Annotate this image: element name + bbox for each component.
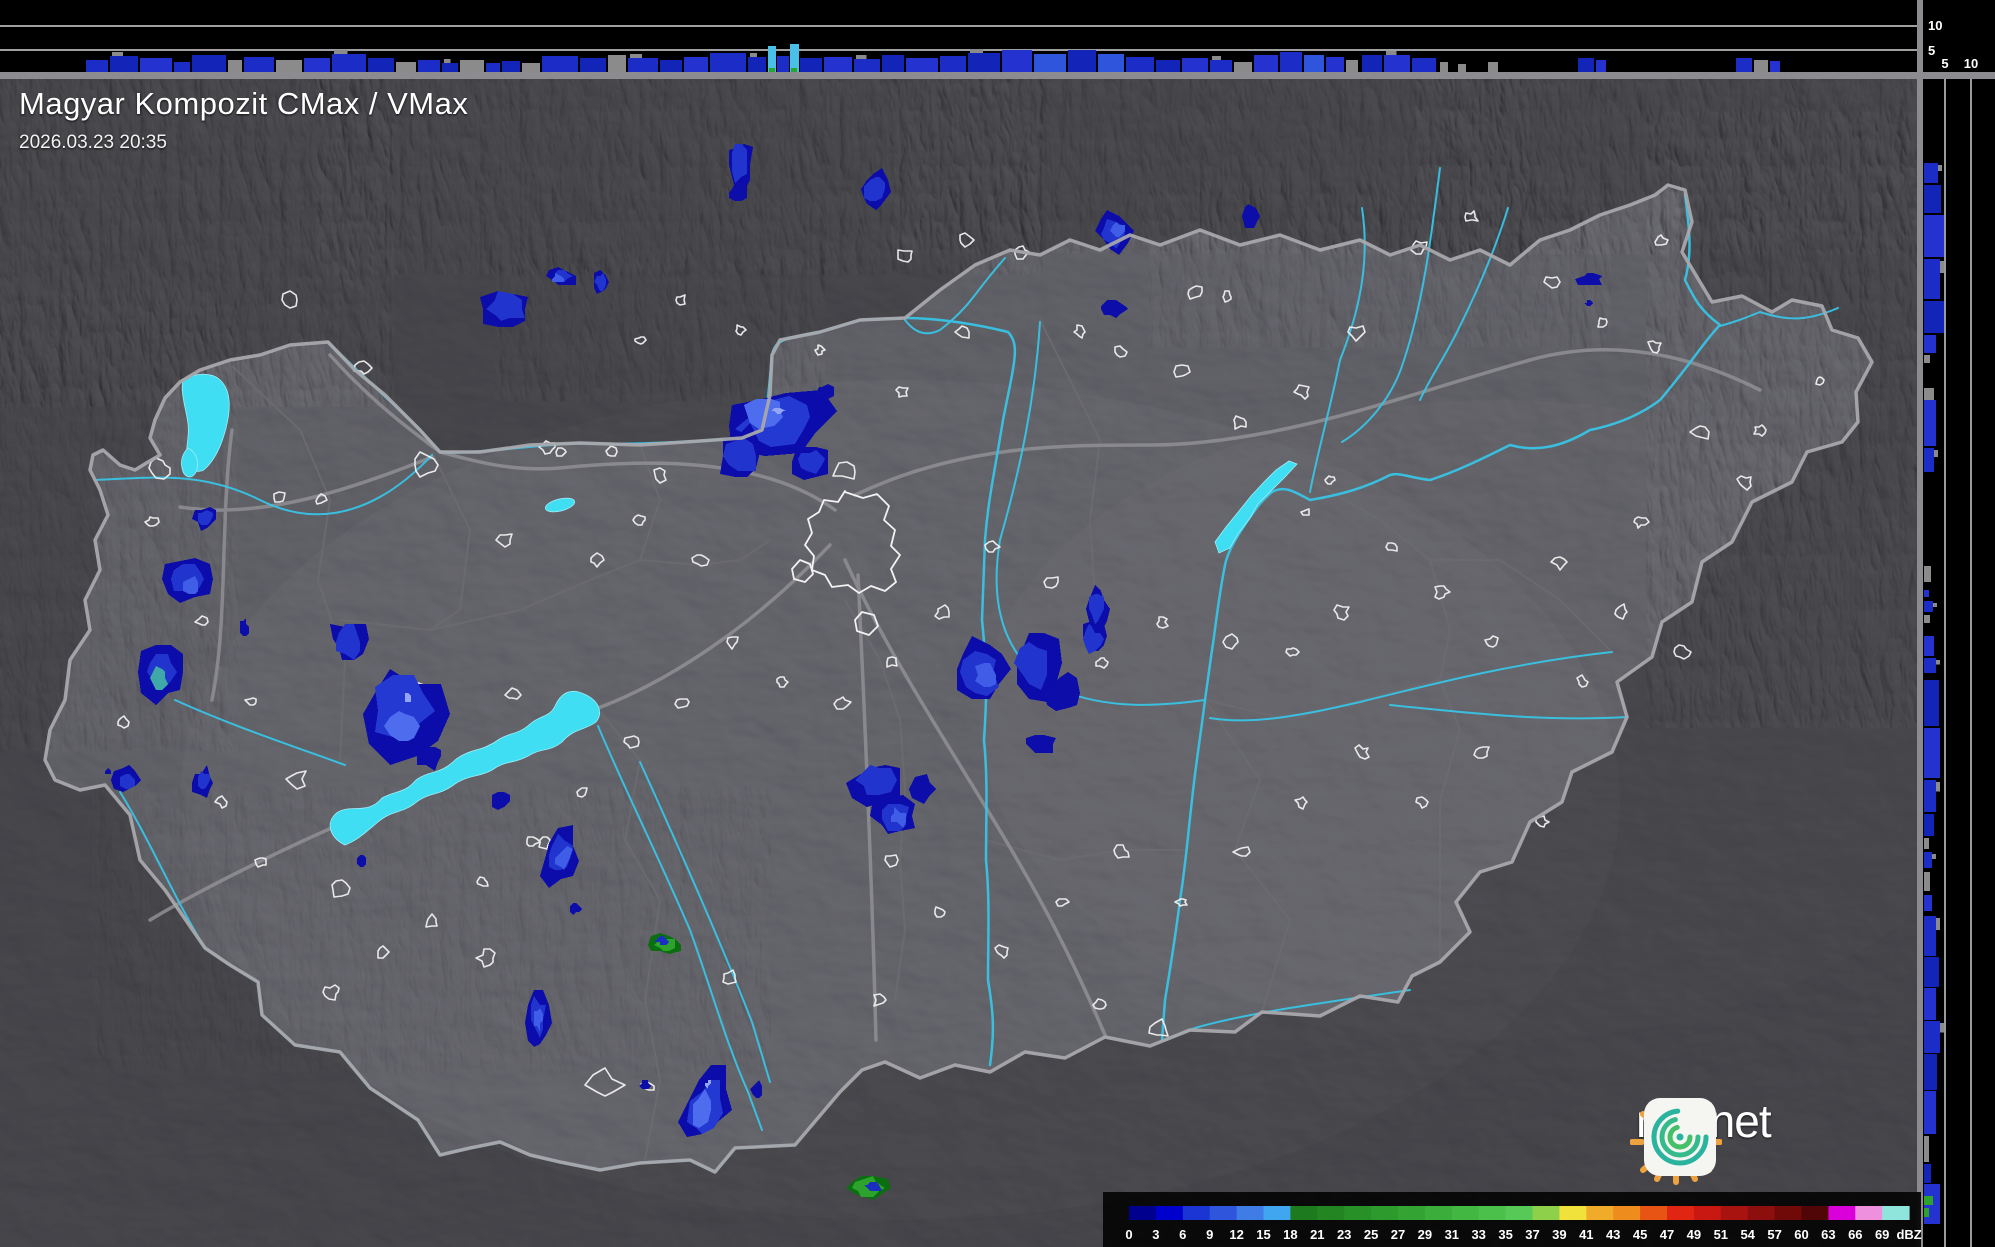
svg-text:69: 69: [1875, 1227, 1889, 1242]
svg-text:5: 5: [1928, 43, 1935, 58]
svg-text:29: 29: [1418, 1227, 1432, 1242]
svg-text:60: 60: [1794, 1227, 1808, 1242]
dbz-colorbar: 0 3 6 9 12 15 18 21 23 25 27 29 31 33 35 37 39 41 43 45 47 49…: [1103, 1192, 1922, 1247]
svg-text:23: 23: [1337, 1227, 1351, 1242]
map-area: [0, 79, 1917, 1247]
page-title: Magyar Kompozit CMax / VMax: [19, 86, 469, 121]
svg-text:41: 41: [1579, 1227, 1593, 1242]
svg-text:12: 12: [1229, 1227, 1243, 1242]
svg-text:18: 18: [1283, 1227, 1297, 1242]
svg-text:15: 15: [1256, 1227, 1270, 1242]
svg-text:49: 49: [1687, 1227, 1701, 1242]
map-right-divider: [1917, 0, 1923, 1247]
metnet-logo: metnet: [1630, 1094, 1772, 1185]
svg-text:31: 31: [1445, 1227, 1459, 1242]
svg-text:66: 66: [1848, 1227, 1862, 1242]
svg-text:6: 6: [1179, 1227, 1186, 1242]
svg-text:39: 39: [1552, 1227, 1566, 1242]
svg-text:57: 57: [1767, 1227, 1781, 1242]
svg-text:5: 5: [1941, 56, 1948, 71]
header: Magyar Kompozit CMax / VMax 2026.03.23 2…: [19, 86, 468, 154]
svg-text:10: 10: [1928, 18, 1942, 33]
svg-text:9: 9: [1206, 1227, 1213, 1242]
svg-text:45: 45: [1633, 1227, 1647, 1242]
svg-text:3: 3: [1152, 1227, 1159, 1242]
svg-text:37: 37: [1525, 1227, 1539, 1242]
svg-text:63: 63: [1821, 1227, 1835, 1242]
svg-text:10: 10: [1964, 56, 1978, 71]
svg-text:47: 47: [1660, 1227, 1674, 1242]
svg-text:35: 35: [1498, 1227, 1512, 1242]
radar-map-canvas: 1055 10 0 3 6 9 12 15 18 21 23 25 27 29 31 33 35 37 39 41 4…: [0, 0, 1995, 1247]
radar-page: 10 5 5 10 0 3 6 9 12 15 18 21 23 25 27 29 31 33 35 37 39 41 4…: [0, 0, 1995, 1247]
svg-text:27: 27: [1391, 1227, 1405, 1242]
svg-text:54: 54: [1740, 1227, 1755, 1242]
svg-text:25: 25: [1364, 1227, 1378, 1242]
svg-text:0: 0: [1125, 1227, 1132, 1242]
map-top-divider: [0, 72, 1995, 79]
svg-text:21: 21: [1310, 1227, 1324, 1242]
svg-text:33: 33: [1471, 1227, 1485, 1242]
svg-text:dBZ: dBZ: [1896, 1227, 1921, 1242]
metnet-app-icon: [1644, 1098, 1716, 1176]
svg-text:51: 51: [1714, 1227, 1728, 1242]
svg-text:43: 43: [1606, 1227, 1620, 1242]
timestamp: 2026.03.23 20:35: [19, 132, 167, 153]
